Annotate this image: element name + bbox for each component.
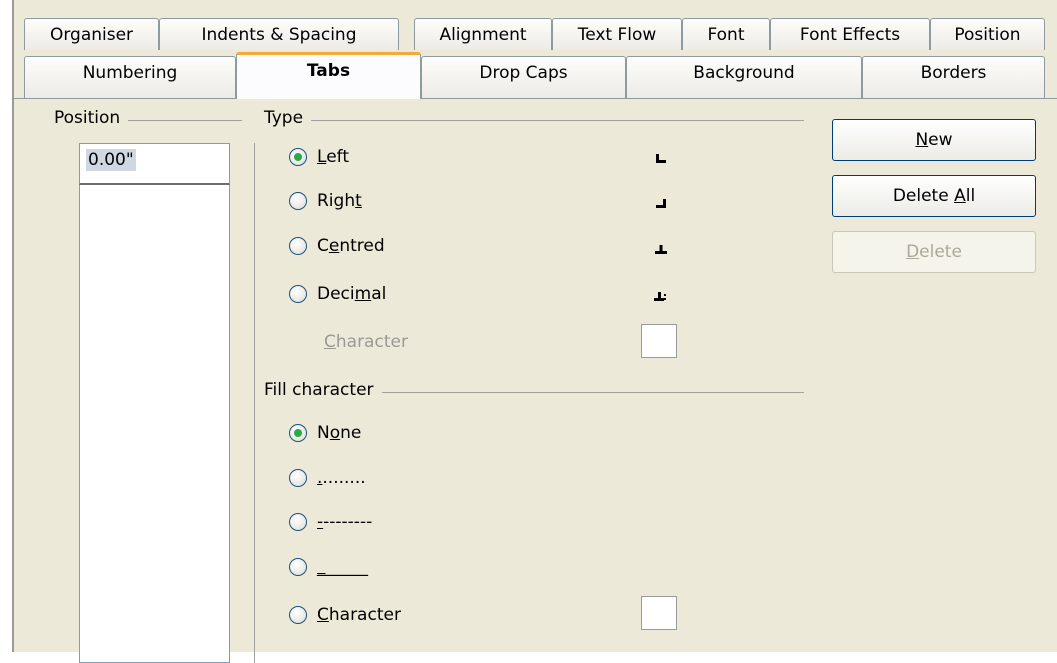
radio-fill-none[interactable]: [289, 424, 307, 442]
type-group-line: [264, 120, 804, 121]
tab-left-icon: [652, 149, 670, 167]
tab-panel-border: [14, 98, 1057, 99]
radio-type-decimal[interactable]: [289, 285, 307, 303]
fill-underscore-option[interactable]: ______: [289, 557, 368, 577]
position-input[interactable]: 0.00": [79, 143, 230, 185]
tab-label: Text Flow: [577, 25, 657, 45]
type-right-option[interactable]: Right: [289, 191, 362, 211]
tab-organiser[interactable]: Organiser: [24, 18, 159, 50]
decimal-character-label: Character: [324, 332, 408, 352]
radio-fill-dots[interactable]: [289, 469, 307, 487]
radio-fill-dashes[interactable]: [289, 513, 307, 531]
position-value: 0.00": [86, 149, 136, 171]
position-group-label: Position: [54, 108, 129, 128]
radio-type-right[interactable]: [289, 192, 307, 210]
type-centred-option[interactable]: Centred: [289, 236, 385, 256]
tab-label: Organiser: [49, 25, 134, 45]
tab-drop-caps[interactable]: Drop Caps: [421, 56, 626, 98]
type-right-label: Right: [317, 191, 362, 211]
tab-label: Drop Caps: [479, 63, 568, 83]
tab-decimal-icon: [652, 287, 670, 305]
tab-borders[interactable]: Borders: [862, 56, 1045, 98]
fill-character-label: Character: [317, 605, 401, 625]
vertical-separator: [254, 143, 255, 663]
tab-label: Numbering: [82, 63, 178, 83]
type-left-option[interactable]: Left: [289, 147, 349, 167]
tab-right-icon: [652, 194, 670, 212]
radio-type-centred[interactable]: [289, 237, 307, 255]
tab-label: Borders: [920, 63, 987, 83]
tab-positions-list[interactable]: [79, 143, 230, 663]
tab-label: Alignment: [439, 25, 527, 45]
tab-numbering[interactable]: Numbering: [24, 56, 236, 98]
tab-font-effects[interactable]: Font Effects: [770, 18, 930, 50]
paragraph-dialog: Organiser Indents & Spacing Alignment Te…: [12, 0, 1057, 663]
delete-all-button[interactable]: Delete All: [832, 175, 1036, 217]
type-centred-label: Centred: [317, 236, 385, 256]
type-group-label: Type: [264, 108, 312, 128]
radio-type-left[interactable]: [289, 148, 307, 166]
tab-tabs[interactable]: Tabs: [236, 52, 421, 99]
fill-group-label: Fill character: [264, 380, 382, 400]
tab-label: Font: [707, 25, 745, 45]
fill-dashes-option[interactable]: ---------: [289, 512, 372, 532]
fill-dots-option[interactable]: .........: [289, 468, 366, 488]
decimal-character-input[interactable]: [641, 324, 677, 358]
tab-label: Tabs: [306, 61, 351, 81]
tab-font[interactable]: Font: [682, 18, 770, 50]
tab-background[interactable]: Background: [626, 56, 862, 98]
fill-character-option[interactable]: Character: [289, 605, 401, 625]
tab-alignment[interactable]: Alignment: [414, 18, 552, 50]
fill-dashes-label: ---------: [317, 512, 373, 532]
fill-none-option[interactable]: None: [289, 423, 361, 443]
tab-position[interactable]: Position: [930, 18, 1045, 50]
tab-label: Position: [954, 25, 1021, 45]
type-decimal-option[interactable]: Decimal: [289, 284, 386, 304]
tab-label: Font Effects: [799, 25, 901, 45]
type-decimal-label: Decimal: [317, 284, 387, 304]
delete-button[interactable]: Delete: [832, 231, 1036, 273]
tab-label: Background: [693, 63, 795, 83]
radio-fill-underscore[interactable]: [289, 558, 307, 576]
new-button[interactable]: New: [832, 119, 1036, 161]
type-left-label: Left: [317, 147, 349, 167]
fill-character-input[interactable]: [641, 596, 677, 630]
tab-label: Indents & Spacing: [201, 25, 357, 45]
tab-text-flow[interactable]: Text Flow: [552, 18, 682, 50]
fill-none-label: None: [317, 423, 362, 443]
tab-indents-spacing[interactable]: Indents & Spacing: [159, 18, 399, 50]
fill-dots-label: .........: [317, 468, 366, 488]
tab-centred-icon: [652, 240, 670, 258]
fill-underscore-label: ______: [317, 557, 368, 577]
radio-fill-character[interactable]: [289, 606, 307, 624]
